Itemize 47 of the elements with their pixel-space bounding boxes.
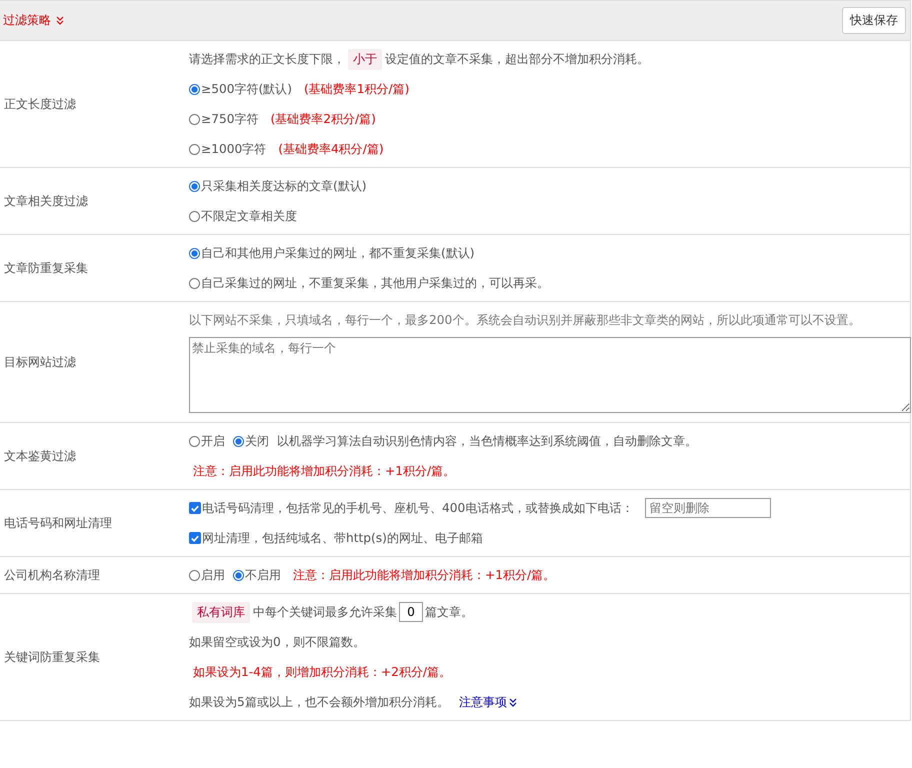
cost-note: (基础费率4积分/篇) (278, 140, 384, 158)
radio-option[interactable]: 不启用 (233, 566, 281, 584)
setting-label: 文章相关度过滤 (3, 192, 89, 210)
setting-label: 目标网站过滤 (3, 354, 77, 370)
radio-option[interactable]: 开启 (189, 432, 225, 450)
checkmark-icon (190, 533, 200, 544)
setting-label: 文章防重复采集 (3, 260, 89, 276)
radio-option[interactable]: 自己和其他用户采集过的网址，都不重复采集(默认) (189, 244, 475, 262)
radio-option[interactable]: 只采集相关度达标的文章(默认) (189, 178, 367, 194)
cost-note: (基础费率1积分/篇) (304, 80, 410, 98)
description-text: 中每个关键词最多允许采集 (253, 604, 397, 621)
radio-option[interactable]: 自己采集过的网址，不重复采集，其他用户采集过的，可以再采。 (189, 274, 549, 292)
phone-input-field[interactable]: 留空则删除 (645, 498, 772, 518)
cost-note: 如果设为1-4篇，则增加积分消耗：+2积分/篇。 (193, 664, 451, 680)
setting-label: 关键词防重复采集 (3, 648, 101, 666)
checkmark-icon (190, 503, 200, 514)
radio-option[interactable]: 关闭 (233, 432, 269, 450)
setting-label: 公司机构名称清理 (3, 566, 101, 584)
checkbox-option[interactable]: 电话号码清理，包括常见的手机号、座机号、400电话格式，或替换成如下电话： (189, 500, 634, 516)
radio-option[interactable]: 不限定文章相关度 (189, 208, 297, 224)
description-text: 以下网站不采集，只填域名，每行一个，最多200个。系统会自动识别并屏蔽那些非文章类的网站，所以此项通常可以不设置。 (189, 312, 860, 329)
radio-option[interactable]: ≥500字符(默认) (189, 80, 292, 98)
setting-label: 电话号码和网址清理 (3, 514, 113, 532)
radio-option[interactable]: ≥1000字符 (189, 140, 266, 158)
cost-note: (基础费率2积分/篇) (270, 110, 376, 128)
domain-textarea[interactable]: 禁止采集的域名，每行一个 (189, 337, 911, 413)
setting-label: 文本鉴黄过滤 (3, 448, 77, 464)
description-text: 篇文章。 (425, 604, 473, 621)
radio-option[interactable]: 启用 (189, 566, 225, 584)
notes-link[interactable]: 注意事项 (458, 694, 517, 710)
keyword-tag: 小于 (348, 48, 382, 70)
keyword-tag: 私有词库 (192, 602, 250, 622)
quick-save-button[interactable]: 快速保存 (842, 7, 906, 34)
radio-option[interactable]: ≥750字符 (189, 110, 258, 128)
double-chevron-icon (508, 698, 517, 706)
description-text: 如果留空或设为0，则不限篇数。 (189, 634, 365, 651)
checkbox-option[interactable]: 网址清理，包括纯域名、带http(s)的网址、电子邮箱 (189, 530, 483, 546)
double-chevron-icon (56, 16, 64, 25)
cost-note: 注意：启用此功能将增加积分消耗：+1积分/篇。 (193, 462, 456, 480)
count-input-field[interactable]: 0 (399, 602, 423, 622)
description-text: 设定值的文章不采集，超出部分不增加积分消耗。 (385, 51, 649, 68)
description-text: 以机器学习算法自动识别色情内容，当色情概率达到系统阈值，自动删除文章。 (277, 433, 697, 450)
description-text: 请选择需求的正文长度下限， (189, 51, 345, 68)
cost-note: 注意：启用此功能将增加积分消耗：+1积分/篇。 (293, 566, 556, 584)
section-title[interactable]: 过滤策略 (3, 12, 51, 29)
description-text: 如果设为5篇或以上，也不会额外增加积分消耗。 (189, 694, 449, 711)
setting-label: 正文长度过滤 (3, 96, 77, 112)
